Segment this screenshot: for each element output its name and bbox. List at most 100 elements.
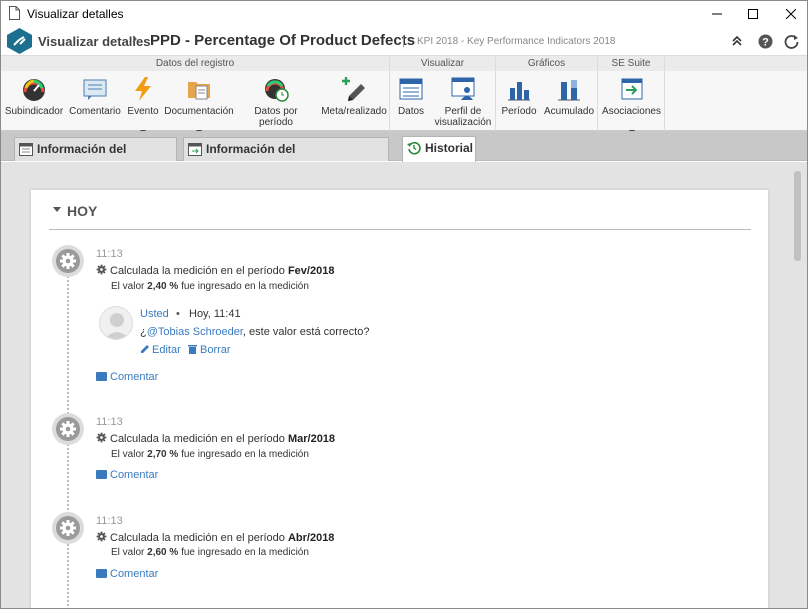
ribbon-group-label-empty [665, 56, 807, 71]
documentacion-dropdown[interactable]: Documentación [163, 72, 235, 134]
evento-label: Evento [127, 106, 159, 117]
close-button[interactable] [769, 1, 807, 27]
data-grid-icon [399, 78, 423, 100]
datos-button[interactable]: Datos [392, 72, 430, 130]
trash-icon [188, 345, 197, 354]
datos-por-periodo-label: Datos por período [254, 106, 298, 128]
periodo-chart-button[interactable]: Período [498, 72, 540, 130]
avatar [99, 306, 133, 340]
tab-informacion-periodo[interactable]: Información del período:Abr/2018 [183, 137, 389, 178]
comment-open-question: ¿ [140, 326, 147, 338]
section-divider [49, 229, 751, 230]
event-text: Calculada la medición en el período [110, 265, 285, 277]
gauge-icon [23, 79, 45, 101]
comment-text: ¿@Tobias Schroeder, este valor está corr… [140, 326, 369, 338]
datos-label: Datos [397, 106, 425, 117]
comment-bubble-icon [96, 569, 107, 578]
minimize-icon [712, 13, 722, 15]
vertical-scrollbar[interactable] [794, 171, 801, 261]
perfil-visualizacion-button[interactable]: Perfil de visualización [432, 72, 494, 130]
event-period: Mar/2018 [287, 433, 336, 445]
tab-historial[interactable]: Historial [402, 136, 476, 162]
gear-icon [60, 253, 76, 269]
value-suffix: fue ingresado en la medición [181, 281, 309, 292]
asociaciones-dropdown[interactable]: Asociaciones [600, 72, 663, 134]
entry-event: Calculada la medición en el período Mar/… [96, 432, 335, 445]
documentacion-label: Documentación [164, 106, 234, 117]
comment-mention[interactable]: @Tobias Schroeder [147, 326, 243, 338]
calendar-arrow-icon [188, 143, 202, 156]
edit-comment-link[interactable]: Editar [140, 344, 181, 356]
timeline-node [52, 413, 84, 445]
value-prefix: El valor [111, 281, 145, 292]
profile-screen-icon [451, 77, 475, 100]
page-subtitle: KPI 2018 - Key Performance Indicators 20… [417, 36, 616, 47]
ribbon-toolbar: Datos del registro Subindicador Comentar… [1, 55, 807, 134]
gear-icon [60, 520, 76, 536]
tab-informacion-intervalo[interactable]: Información del intervalo [14, 137, 177, 178]
ribbon-group-label: Visualizar [390, 56, 495, 71]
pencil-icon [141, 345, 149, 353]
ribbon-group-label: Gráficos [496, 56, 597, 71]
ribbon-group-datos-registro: Datos del registro Subindicador Comentar… [1, 56, 390, 134]
timeline-node [52, 245, 84, 277]
page-title: PPD - Percentage Of Product Defects [150, 32, 416, 49]
comentar-link[interactable]: Comentar [96, 371, 158, 383]
comentar-link[interactable]: Comentar [96, 568, 158, 580]
associations-icon [621, 78, 642, 100]
acumulado-chart-button[interactable]: Acumulado [542, 72, 596, 130]
comentar-label: Comentar [110, 568, 159, 580]
perfil-visualizacion-label: Perfil de visualización [432, 106, 494, 128]
event-period: Fev/2018 [287, 265, 335, 277]
ribbon-group-label: Datos del registro [1, 56, 389, 71]
comentar-link[interactable]: Comentar [96, 469, 158, 481]
collapse-button[interactable] [729, 33, 745, 49]
gear-icon [96, 264, 107, 275]
delete-comment-link[interactable]: Borrar [188, 344, 231, 356]
datos-por-periodo-button[interactable]: Datos por período [237, 72, 315, 130]
help-button[interactable]: ? [757, 33, 773, 49]
collapse-caret-icon[interactable] [53, 207, 61, 212]
value-prefix: El valor [111, 449, 145, 460]
comment-bubble-icon [96, 372, 107, 381]
pen-plus-icon [342, 77, 365, 101]
lightning-icon [135, 77, 151, 101]
perfil-label-line2: visualización [434, 117, 492, 128]
document-icon [9, 6, 20, 20]
app-window: Visualizar detalles Visualizar detalles … [0, 0, 808, 609]
window-title: Visualizar detalles [27, 7, 124, 21]
section-title[interactable]: HOY [67, 203, 97, 219]
tab-label: Historial [425, 141, 474, 155]
close-icon [786, 9, 796, 19]
value-suffix: fue ingresado en la medición [181, 547, 309, 558]
event-text: Calculada la medición en el período [110, 532, 285, 544]
acumulado-label: Acumulado [543, 106, 595, 117]
asociaciones-label: Asociaciones [602, 106, 661, 117]
edit-label: Editar [152, 344, 181, 356]
evento-dropdown[interactable]: Evento [125, 72, 161, 134]
ribbon-group-graficos: Gráficos Período Acumulado [496, 56, 598, 131]
event-period: Abr/2018 [287, 532, 335, 544]
perfil-label-line1: Perfil de [444, 106, 482, 117]
refresh-button[interactable] [783, 33, 799, 49]
folder-document-icon [188, 82, 210, 100]
entry-time: 11:13 [96, 416, 123, 428]
tab-bar: Información del intervalo Información de… [1, 131, 807, 178]
comentar-label: Comentar [110, 469, 159, 481]
periodo-label: Período [501, 106, 537, 117]
value-amount: 2,70 % [147, 449, 179, 460]
comment-author[interactable]: Usted [140, 308, 169, 320]
comentario-button[interactable]: Comentario [67, 72, 123, 130]
comment-icon [83, 79, 107, 100]
app-logo-icon [7, 28, 32, 54]
meta-realizado-button[interactable]: Meta/realizado [319, 72, 389, 130]
maximize-icon [748, 9, 758, 19]
comment-time: Hoy, 11:41 [189, 308, 241, 320]
meta-realizado-label: Meta/realizado [321, 106, 387, 117]
chevron-right-icon: › [132, 30, 138, 47]
subindicador-button[interactable]: Subindicador [3, 72, 65, 130]
comment-body: , este valor está correcto? [242, 326, 370, 338]
value-suffix: fue ingresado en la medición [181, 449, 309, 460]
history-icon [407, 141, 421, 155]
value-prefix: El valor [111, 547, 145, 558]
